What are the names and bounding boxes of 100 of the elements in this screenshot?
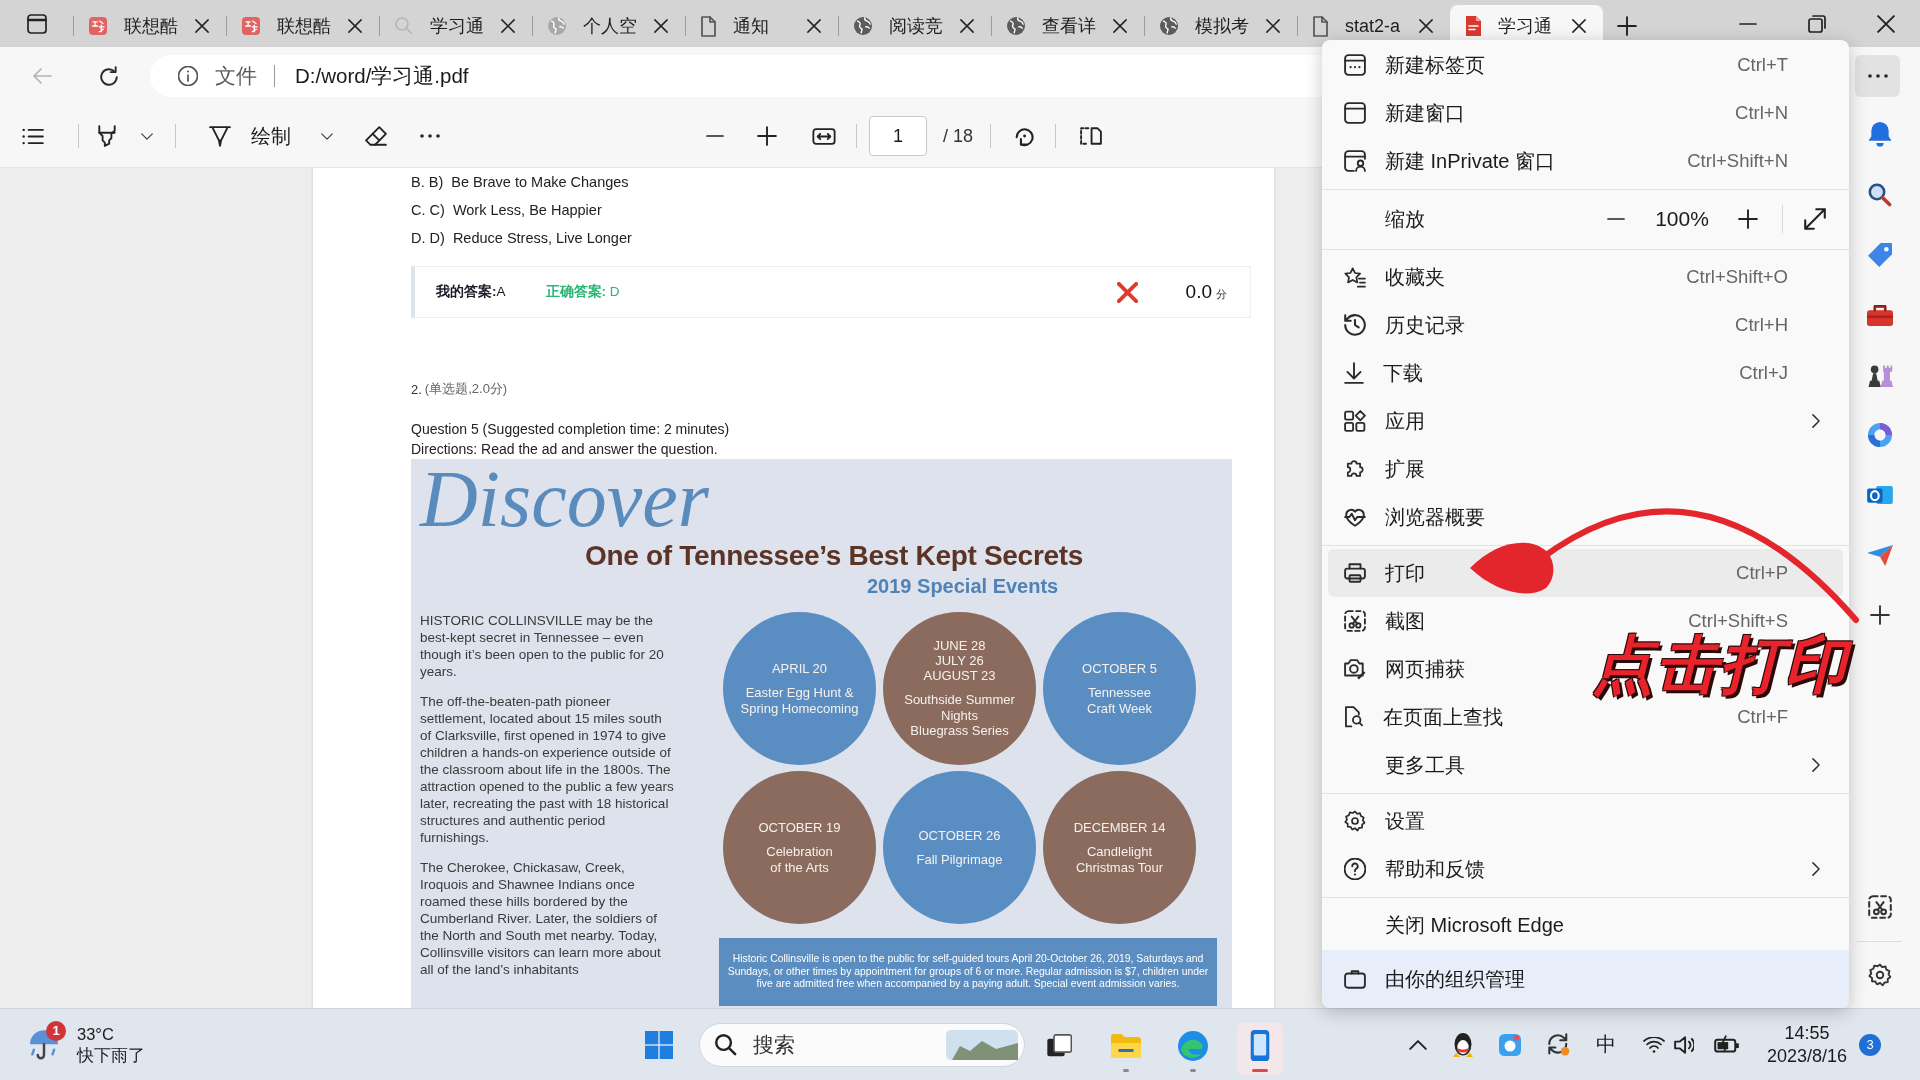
close-icon[interactable] bbox=[1266, 19, 1280, 33]
wifi-icon[interactable] bbox=[1643, 1036, 1665, 1053]
browser-tab[interactable]: 联想酷 bbox=[73, 5, 226, 47]
menu-item[interactable]: 在页面上查找 bbox=[1344, 703, 1503, 731]
browser-tab[interactable]: 个人空 bbox=[532, 5, 685, 47]
menu-item[interactable]: 扩展 bbox=[1344, 455, 1425, 483]
menu-item[interactable]: 设置 bbox=[1344, 807, 1425, 835]
mail-app-icon[interactable] bbox=[1866, 486, 1893, 504]
bell-icon[interactable] bbox=[1867, 122, 1892, 148]
close-icon[interactable] bbox=[501, 19, 515, 33]
menu-item[interactable]: 截图 bbox=[1344, 607, 1425, 635]
chevron-down-icon[interactable] bbox=[141, 132, 153, 140]
refresh-icon[interactable] bbox=[100, 66, 118, 86]
info-icon[interactable] bbox=[178, 66, 198, 86]
search-box[interactable]: 搜索 bbox=[699, 1022, 1025, 1067]
printer-icon bbox=[1344, 563, 1366, 583]
browser-tab[interactable]: 联想酷 bbox=[226, 5, 379, 47]
close-icon[interactable] bbox=[1876, 14, 1895, 33]
eraser-icon[interactable] bbox=[365, 126, 387, 146]
menu-item[interactable]: 浏览器概要 bbox=[1344, 503, 1485, 531]
menu-item[interactable]: 应用 bbox=[1344, 407, 1425, 435]
answer-option: B. B) Be Brave to Make Changes bbox=[411, 168, 629, 196]
close-icon[interactable] bbox=[1419, 19, 1433, 33]
expand-icon[interactable] bbox=[1804, 208, 1826, 230]
browser-tab[interactable]: 模拟考 bbox=[1144, 5, 1297, 47]
browser-tab[interactable]: 通知 bbox=[685, 5, 838, 47]
browser-tab[interactable]: 查看详 bbox=[991, 5, 1144, 47]
more-icon[interactable] bbox=[419, 134, 441, 138]
score-unit: 分 bbox=[1216, 287, 1227, 302]
menu-item[interactable]: 新建 InPrivate 窗口 bbox=[1344, 147, 1556, 175]
ring-logo-icon[interactable] bbox=[1867, 423, 1892, 447]
chess-pieces-icon[interactable] bbox=[1866, 363, 1893, 387]
close-icon[interactable] bbox=[348, 19, 362, 33]
sync-icon[interactable] bbox=[1548, 1033, 1570, 1056]
browser-tab[interactable]: stat2-a bbox=[1297, 5, 1450, 47]
managed-by-organization-item[interactable]: 由你的组织管理 bbox=[1322, 950, 1849, 1008]
browser-tab[interactable]: 学习通 bbox=[379, 5, 532, 47]
tag-icon[interactable] bbox=[1867, 243, 1892, 267]
chevron-up-icon[interactable] bbox=[1409, 1039, 1427, 1050]
clock-time[interactable]: 14:55 bbox=[1784, 1021, 1830, 1044]
chevron-down-icon[interactable] bbox=[321, 132, 333, 140]
app-icon[interactable] bbox=[1499, 1033, 1521, 1056]
script-title: Discover bbox=[420, 459, 709, 539]
document-icon bbox=[701, 15, 716, 37]
menu-item[interactable]: 历史记录 bbox=[1344, 311, 1465, 339]
menu-item[interactable]: 新建窗口 bbox=[1344, 99, 1465, 127]
plus-icon[interactable] bbox=[1869, 605, 1890, 625]
zoom-in-icon[interactable] bbox=[757, 126, 777, 146]
question-type: (单选题,2.0分) bbox=[424, 380, 508, 398]
camera-pen-icon bbox=[1344, 658, 1366, 680]
draw-button[interactable]: 绘制 bbox=[204, 116, 296, 156]
more-icon bbox=[1866, 74, 1889, 78]
page-number-field[interactable]: 1 bbox=[869, 116, 927, 156]
speaker-icon[interactable] bbox=[1674, 1035, 1694, 1054]
battery-icon[interactable] bbox=[1714, 1035, 1740, 1054]
paper-plane-icon[interactable] bbox=[1866, 544, 1893, 566]
close-icon[interactable] bbox=[654, 19, 668, 33]
star-list-icon bbox=[1344, 266, 1366, 288]
minimize-icon[interactable] bbox=[1738, 22, 1757, 25]
menu-item[interactable]: 关闭 Microsoft Edge bbox=[1385, 911, 1564, 939]
chevron-right-icon bbox=[1811, 862, 1820, 876]
new-tab-icon bbox=[1344, 54, 1366, 76]
tab-actions-icon[interactable] bbox=[26, 13, 47, 34]
fit-width-icon[interactable] bbox=[812, 127, 836, 145]
menu-item[interactable]: 收藏夹 bbox=[1344, 263, 1445, 291]
highlighter-icon[interactable] bbox=[98, 125, 116, 147]
contents-icon[interactable] bbox=[22, 127, 44, 145]
two-page-icon[interactable] bbox=[1080, 127, 1103, 145]
restore-icon[interactable] bbox=[1807, 14, 1826, 33]
puzzle-icon bbox=[1344, 458, 1366, 480]
windows-logo-icon[interactable] bbox=[645, 1030, 673, 1059]
rotate-icon[interactable] bbox=[1013, 125, 1036, 147]
input-method-indicator[interactable]: 中 bbox=[1596, 1031, 1616, 1058]
event-title: Tennessee Craft Week bbox=[1087, 685, 1152, 716]
zoom-in-icon[interactable] bbox=[1738, 209, 1758, 229]
notification-count-badge[interactable]: 3 bbox=[1859, 1033, 1881, 1056]
close-icon[interactable] bbox=[807, 19, 821, 33]
toolbox-icon[interactable] bbox=[1866, 304, 1893, 326]
menu-item[interactable]: 更多工具 bbox=[1385, 751, 1465, 779]
notification-badge: 1 bbox=[46, 1020, 66, 1041]
shortcut-text: Ctrl+F bbox=[1737, 706, 1788, 728]
close-icon[interactable] bbox=[960, 19, 974, 33]
screenshot-icon[interactable] bbox=[1867, 895, 1892, 919]
heart-pulse-icon bbox=[1344, 507, 1366, 527]
search-icon[interactable] bbox=[1867, 183, 1892, 207]
menu-item[interactable]: 下载 bbox=[1344, 359, 1423, 387]
app-logo-icon bbox=[89, 17, 107, 35]
menu-item[interactable]: 帮助和反馈 bbox=[1344, 855, 1485, 883]
event-title: Fall Pilgrimage bbox=[916, 851, 1003, 868]
browser-icon bbox=[1178, 1030, 1208, 1061]
plus-icon[interactable] bbox=[1617, 16, 1637, 36]
close-icon[interactable] bbox=[1572, 19, 1586, 33]
penguin-icon[interactable] bbox=[1453, 1032, 1473, 1057]
close-icon[interactable] bbox=[1113, 19, 1127, 33]
browser-tab[interactable]: 阅读竞 bbox=[838, 5, 991, 47]
shortcut-text: Ctrl+H bbox=[1735, 314, 1788, 336]
settings-icon[interactable] bbox=[1867, 963, 1892, 987]
close-icon[interactable] bbox=[195, 19, 209, 33]
menu-item[interactable]: 网页捕获 bbox=[1344, 655, 1465, 683]
clock-date[interactable]: 2023/8/16 bbox=[1766, 1043, 1848, 1068]
